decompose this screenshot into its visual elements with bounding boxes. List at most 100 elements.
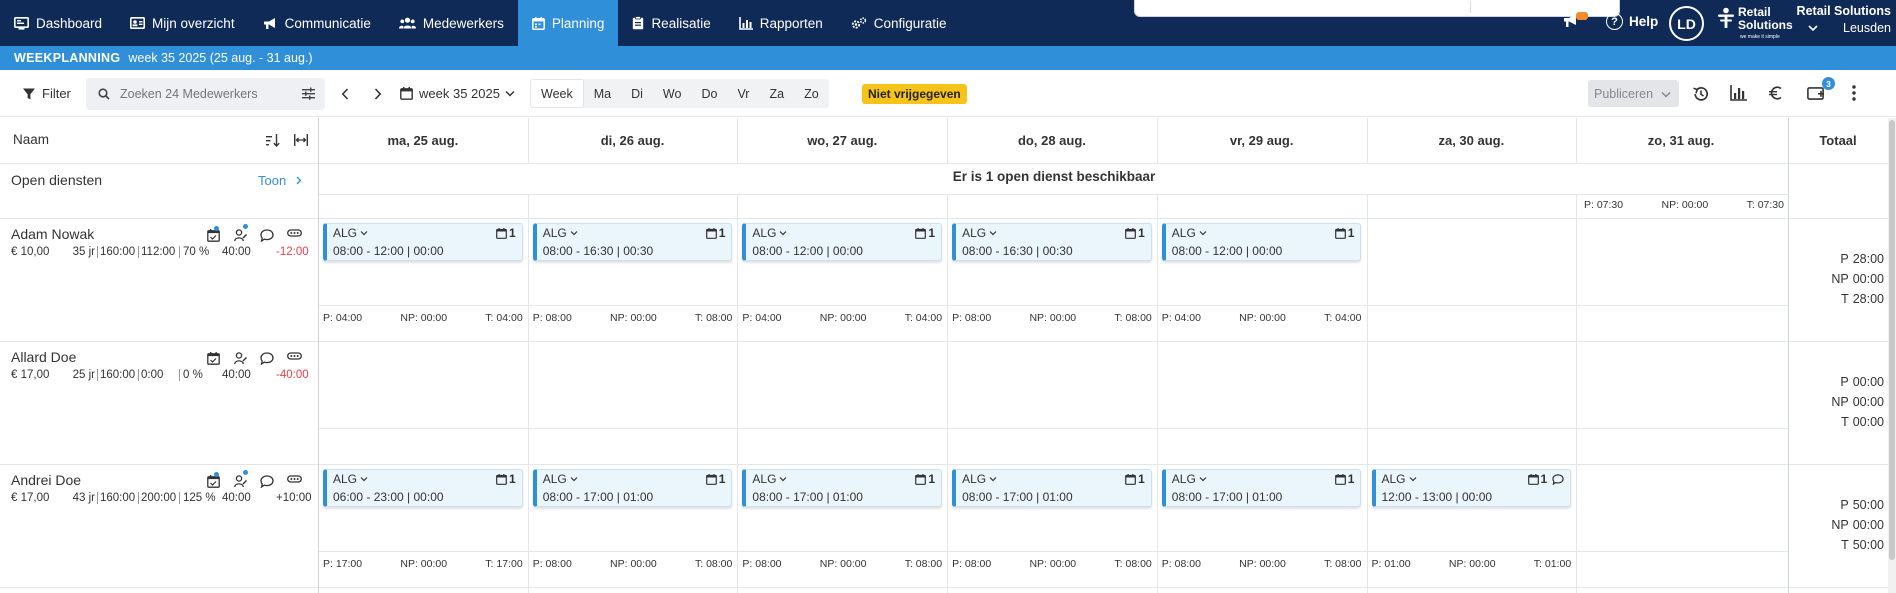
employee-name[interactable]: Andrei Doe	[11, 472, 81, 488]
shift-code[interactable]: ALG	[1172, 226, 1207, 240]
nav-dashboard[interactable]: Dashboard	[0, 0, 116, 46]
gears-icon	[851, 16, 867, 30]
tab-day-za[interactable]: Za	[759, 87, 794, 101]
total-value: 00:00	[1852, 518, 1884, 532]
sort-icon[interactable]	[266, 134, 280, 150]
tab-day-vr[interactable]: Vr	[727, 87, 759, 101]
shift-code[interactable]: ALG	[543, 226, 578, 240]
open-row-divider	[318, 194, 1788, 195]
chat-icon[interactable]	[260, 352, 274, 365]
availability-calendar-icon[interactable]	[207, 229, 221, 242]
nav-mijn-overzicht[interactable]: Mijn overzicht	[116, 0, 249, 46]
day-header[interactable]: za, 30 aug.	[1367, 118, 1577, 163]
global-search-popover[interactable]	[1134, 0, 1620, 17]
org-name: Retail Solutions	[1796, 4, 1891, 18]
tab-day-do[interactable]: Do	[691, 87, 727, 101]
filter-button[interactable]: Filter	[22, 70, 71, 117]
shift-card[interactable]: ALG 12:00 - 13:00 | 00:00 1	[1371, 469, 1572, 507]
summary-divider	[318, 428, 1788, 429]
more-options-icon[interactable]	[287, 352, 302, 365]
tab-day-wo[interactable]: Wo	[653, 87, 692, 101]
organization-switcher[interactable]: Retail Solutions Leusden	[1796, 4, 1891, 35]
shift-card[interactable]: ALG 08:00 - 17:00 | 01:00 1	[532, 469, 733, 507]
shift-code[interactable]: ALG	[333, 472, 368, 486]
summary-nonpaid: NP: 00:00	[400, 558, 448, 570]
more-vertical-icon[interactable]	[1852, 85, 1856, 104]
calendar-icon	[1527, 473, 1539, 485]
shift-code[interactable]: ALG	[543, 472, 578, 486]
summary-total: T: 01:00	[1533, 558, 1572, 570]
day-header[interactable]: do, 28 aug.	[947, 118, 1157, 163]
day-header[interactable]: vr, 29 aug.	[1157, 118, 1367, 163]
shift-card[interactable]: ALG 08:00 - 17:00 | 01:00 1	[952, 469, 1152, 507]
week-selector[interactable]: week 35 2025	[400, 70, 515, 117]
scrollbar-thumb[interactable]	[1889, 120, 1895, 560]
shift-code[interactable]: ALG	[962, 472, 997, 486]
shift-card[interactable]: ALG 08:00 - 12:00 | 00:00 1	[742, 223, 943, 261]
shift-code[interactable]: ALG	[752, 472, 787, 486]
publish-button[interactable]: Publiceren	[1588, 80, 1679, 107]
tab-day-ma[interactable]: Ma	[584, 87, 621, 101]
shift-card[interactable]: ALG 08:00 - 16:30 | 00:30 1	[532, 223, 733, 261]
more-options-icon[interactable]	[287, 229, 302, 242]
shift-time: 08:00 - 12:00 | 00:00	[752, 244, 863, 258]
nav-planning[interactable]: Planning	[517, 0, 619, 46]
availability-calendar-icon[interactable]	[207, 475, 221, 488]
more-options-icon[interactable]	[287, 475, 302, 488]
history-icon[interactable]	[1692, 85, 1710, 106]
nav-medewerkers[interactable]: Medewerkers	[385, 0, 518, 46]
employee-edit-icon[interactable]	[234, 352, 247, 365]
day-header[interactable]: wo, 27 aug.	[737, 118, 947, 163]
tab-day-di[interactable]: Di	[621, 87, 653, 101]
day-header[interactable]: ma, 25 aug.	[318, 118, 528, 163]
open-shifts-sunday-summary: P: 07:30 NP: 00:00 T: 07:30	[1584, 199, 1784, 211]
total-planned: P 00:00	[1788, 372, 1884, 392]
day-header[interactable]: zo, 31 aug.	[1576, 118, 1786, 163]
employee-search[interactable]	[86, 78, 325, 110]
vertical-scrollbar[interactable]	[1888, 118, 1896, 593]
shift-code[interactable]: ALG	[333, 226, 368, 240]
shift-card[interactable]: ALG 08:00 - 12:00 | 00:00 1	[1161, 223, 1362, 261]
shift-count-value: 1	[928, 226, 936, 240]
day-header[interactable]: di, 26 aug.	[528, 118, 738, 163]
availability-calendar-icon[interactable]	[207, 352, 221, 365]
open-shifts-show-link[interactable]: Toon	[258, 173, 302, 188]
expand-width-icon[interactable]	[294, 134, 308, 150]
search-input[interactable]	[120, 87, 280, 101]
open-shifts-message[interactable]: Er is 1 open dienst beschikbaar	[320, 169, 1788, 184]
shift-card[interactable]: ALG 08:00 - 17:00 | 01:00 1	[1161, 469, 1362, 507]
nav-rapporten[interactable]: Rapporten	[725, 0, 837, 46]
tab-day-zo[interactable]: Zo	[794, 87, 829, 101]
user-avatar[interactable]: LD	[1669, 6, 1704, 41]
shift-code[interactable]: ALG	[1382, 472, 1417, 486]
summary-total: T: 04:00	[485, 312, 523, 324]
nav-realisatie[interactable]: Realisatie	[618, 0, 724, 46]
shift-card[interactable]: ALG 08:00 - 12:00 | 00:00 1	[323, 223, 523, 261]
chat-icon[interactable]	[260, 475, 274, 488]
shift-card[interactable]: ALG 06:00 - 23:00 | 00:00 1	[323, 469, 523, 507]
euro-icon[interactable]	[1768, 85, 1784, 104]
previous-week-button[interactable]	[341, 70, 349, 117]
total-nonpaid: NP 00:00	[1788, 515, 1884, 535]
nav-communicatie[interactable]: Communicatie	[249, 0, 385, 46]
shift-card[interactable]: ALG 08:00 - 16:30 | 00:30 1	[952, 223, 1152, 261]
nav-label: Communicatie	[284, 15, 371, 31]
tab-week[interactable]: Week	[530, 79, 584, 108]
shift-card[interactable]: ALG 08:00 - 17:00 | 01:00 1	[742, 469, 943, 507]
chat-icon[interactable]	[260, 229, 274, 242]
tune-icon[interactable]	[302, 87, 315, 103]
employee-edit-icon[interactable]	[234, 475, 247, 488]
employee-name[interactable]: Adam Nowak	[11, 226, 94, 242]
statistics-icon[interactable]	[1730, 85, 1747, 104]
comment-icon[interactable]	[1552, 473, 1564, 485]
nav-configuratie[interactable]: Configuratie	[837, 0, 961, 46]
employee-name[interactable]: Allard Doe	[11, 349, 76, 365]
help-button[interactable]: ? Help	[1606, 13, 1658, 30]
total-value: 00:00	[1852, 272, 1884, 286]
employee-edit-icon[interactable]	[234, 229, 247, 242]
calendar-icon	[705, 473, 717, 485]
shift-code[interactable]: ALG	[962, 226, 997, 240]
shift-code[interactable]: ALG	[1172, 472, 1207, 486]
shift-code[interactable]: ALG	[752, 226, 787, 240]
next-week-button[interactable]	[374, 70, 382, 117]
